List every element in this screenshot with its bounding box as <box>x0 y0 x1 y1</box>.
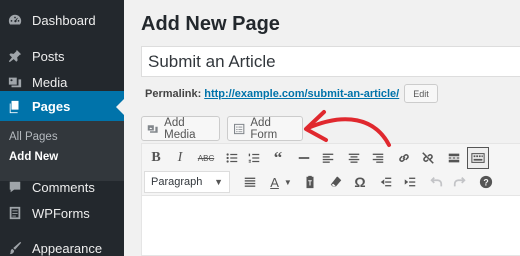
page-title: Add New Page <box>141 13 280 35</box>
editor-text-area[interactable] <box>142 197 520 255</box>
sidebar-item-pages[interactable]: Pages <box>0 91 124 122</box>
sidebar-item-wpforms[interactable]: WPForms <box>0 197 124 229</box>
editor-toolbar: B I ABC “ Paragraph ▼ A ▼ Ω ? <box>142 144 520 196</box>
align-left-icon[interactable] <box>317 147 339 169</box>
sidebar-item-label: Media <box>32 74 68 90</box>
sidebar-item-dashboard[interactable]: Dashboard <box>0 4 124 36</box>
add-form-label: Add Form <box>250 116 278 141</box>
sidebar-item-label: Comments <box>32 179 95 195</box>
permalink-link[interactable]: http://example.com/submit-an-article/ <box>204 88 399 100</box>
submenu-item-add-new[interactable]: Add New <box>9 151 58 163</box>
sidebar-item-label: Dashboard <box>32 12 96 28</box>
add-media-icon <box>147 124 158 133</box>
wpforms-icon <box>8 206 22 220</box>
align-center-icon[interactable] <box>343 147 365 169</box>
horizontal-line-icon[interactable] <box>293 147 315 169</box>
pages-icon <box>8 100 22 114</box>
content-editor: B I ABC “ Paragraph ▼ A ▼ Ω ? <box>141 143 520 256</box>
align-right-icon[interactable] <box>367 147 389 169</box>
help-icon[interactable]: ? <box>475 171 497 193</box>
link-icon[interactable] <box>393 147 415 169</box>
chevron-down-icon: ▼ <box>214 177 223 187</box>
sidebar-item-label: Appearance <box>32 240 103 256</box>
clear-formatting-icon[interactable] <box>325 171 347 193</box>
submenu-item-all-pages[interactable]: All Pages <box>9 131 58 143</box>
post-title-input[interactable]: Submit an Article <box>141 46 520 77</box>
redo-icon[interactable] <box>449 171 471 193</box>
pushpin-icon <box>8 49 22 63</box>
bold-icon[interactable]: B <box>145 147 167 169</box>
toolbar-toggle-icon[interactable] <box>467 147 489 169</box>
add-media-label: Add Media <box>164 116 196 141</box>
italic-icon[interactable]: I <box>169 147 191 169</box>
dashboard-icon <box>8 13 22 27</box>
sidebar-item-label: Posts <box>32 48 65 64</box>
main-content: Add New Page Submit an Article Permalink… <box>124 0 520 256</box>
sidebar-item-appearance[interactable]: Appearance <box>0 232 124 256</box>
bullet-list-icon[interactable] <box>221 147 243 169</box>
justify-icon[interactable] <box>239 171 261 193</box>
numbered-list-icon[interactable] <box>243 147 265 169</box>
outdent-icon[interactable] <box>375 171 397 193</box>
special-character-icon[interactable]: Ω <box>349 171 371 193</box>
read-more-icon[interactable] <box>443 147 465 169</box>
blockquote-icon[interactable]: “ <box>267 147 289 169</box>
add-media-button[interactable]: Add Media <box>141 116 220 141</box>
text-color-icon[interactable]: A ▼ <box>265 171 297 193</box>
permalink-label: Permalink: <box>145 87 202 100</box>
undo-icon[interactable] <box>425 171 447 193</box>
strikethrough-icon[interactable]: ABC <box>195 147 217 169</box>
indent-icon[interactable] <box>399 171 421 193</box>
unlink-icon[interactable] <box>417 147 439 169</box>
permalink-row: Permalink: http://example.com/submit-an-… <box>145 84 438 103</box>
paste-text-icon[interactable] <box>299 171 321 193</box>
media-icon <box>8 75 22 89</box>
paintbrush-icon <box>8 241 22 255</box>
comment-icon <box>8 180 22 194</box>
format-select-value: Paragraph <box>151 176 203 188</box>
admin-sidebar: Dashboard Posts Media Pages All Pages Ad… <box>0 0 124 256</box>
form-icon <box>234 123 245 134</box>
svg-text:?: ? <box>483 178 488 188</box>
sidebar-item-label: Pages <box>32 99 71 114</box>
edit-permalink-button[interactable]: Edit <box>404 84 438 103</box>
paragraph-format-select[interactable]: Paragraph ▼ <box>144 171 230 193</box>
sidebar-item-label: WPForms <box>32 205 90 221</box>
add-form-button[interactable]: Add Form <box>227 116 303 141</box>
